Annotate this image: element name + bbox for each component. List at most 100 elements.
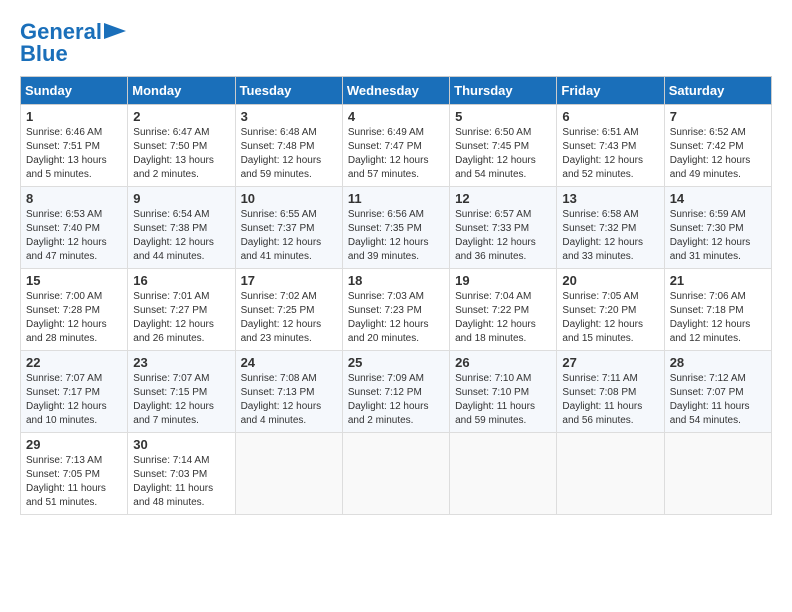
day-info: Sunrise: 7:05 AM Sunset: 7:20 PM Dayligh… [562, 290, 658, 346]
calendar-cell: 27 Sunrise: 7:11 AM Sunset: 7:08 PM Dayli… [557, 351, 664, 433]
calendar-cell: 10 Sunrise: 6:55 AM Sunset: 7:37 PM Dayli… [235, 187, 342, 269]
calendar-cell: 2Sunrise: 6:47 AM Sunset: 7:50 PM Daylig… [128, 105, 235, 187]
day-info: Sunrise: 6:52 AM Sunset: 7:42 PM Dayligh… [670, 126, 766, 182]
day-info: Sunrise: 7:01 AM Sunset: 7:27 PM Dayligh… [133, 290, 229, 346]
header-thursday: Thursday [450, 77, 557, 105]
day-info: Sunrise: 7:04 AM Sunset: 7:22 PM Dayligh… [455, 290, 551, 346]
day-number: 22 [26, 355, 122, 370]
calendar-cell: 17 Sunrise: 7:02 AM Sunset: 7:25 PM Dayli… [235, 269, 342, 351]
calendar-cell [235, 433, 342, 515]
day-number: 18 [348, 273, 444, 288]
day-info: Sunrise: 7:02 AM Sunset: 7:25 PM Dayligh… [241, 290, 337, 346]
day-number: 1 [26, 109, 122, 124]
calendar-cell: 24 Sunrise: 7:08 AM Sunset: 7:13 PM Dayli… [235, 351, 342, 433]
day-info: Sunrise: 6:58 AM Sunset: 7:32 PM Dayligh… [562, 208, 658, 264]
calendar-cell: 28Sunrise: 7:12 AM Sunset: 7:07 PM Dayli… [664, 351, 771, 433]
day-number: 8 [26, 191, 122, 206]
day-number: 14 [670, 191, 766, 206]
day-number: 15 [26, 273, 122, 288]
calendar-cell [450, 433, 557, 515]
day-info: Sunrise: 6:57 AM Sunset: 7:33 PM Dayligh… [455, 208, 551, 264]
day-number: 10 [241, 191, 337, 206]
day-number: 13 [562, 191, 658, 206]
calendar-cell [557, 433, 664, 515]
day-number: 23 [133, 355, 229, 370]
day-number: 17 [241, 273, 337, 288]
header-monday: Monday [128, 77, 235, 105]
day-number: 24 [241, 355, 337, 370]
calendar-cell: 16 Sunrise: 7:01 AM Sunset: 7:27 PM Dayli… [128, 269, 235, 351]
calendar-week-row: 29 Sunrise: 7:13 AM Sunset: 7:05 PM Dayli… [21, 433, 772, 515]
calendar-cell: 8 Sunrise: 6:53 AM Sunset: 7:40 PM Daylig… [21, 187, 128, 269]
day-number: 9 [133, 191, 229, 206]
day-number: 12 [455, 191, 551, 206]
page-header: General Blue [20, 20, 772, 66]
calendar-cell: 14 Sunrise: 6:59 AM Sunset: 7:30 PM Dayli… [664, 187, 771, 269]
header-tuesday: Tuesday [235, 77, 342, 105]
day-number: 29 [26, 437, 122, 452]
day-info: Sunrise: 6:51 AM Sunset: 7:43 PM Dayligh… [562, 126, 658, 182]
calendar-cell: 29 Sunrise: 7:13 AM Sunset: 7:05 PM Dayli… [21, 433, 128, 515]
calendar-cell [664, 433, 771, 515]
calendar-cell: 25 Sunrise: 7:09 AM Sunset: 7:12 PM Dayli… [342, 351, 449, 433]
day-info: Sunrise: 7:07 AM Sunset: 7:17 PM Dayligh… [26, 372, 122, 428]
calendar-week-row: 8 Sunrise: 6:53 AM Sunset: 7:40 PM Daylig… [21, 187, 772, 269]
day-info: Sunrise: 6:46 AM Sunset: 7:51 PM Dayligh… [26, 126, 122, 182]
day-number: 21 [670, 273, 766, 288]
day-info: Sunrise: 7:14 AM Sunset: 7:03 PM Dayligh… [133, 454, 229, 510]
day-number: 16 [133, 273, 229, 288]
day-info: Sunrise: 7:06 AM Sunset: 7:18 PM Dayligh… [670, 290, 766, 346]
day-info: Sunrise: 6:56 AM Sunset: 7:35 PM Dayligh… [348, 208, 444, 264]
logo-blue-text: Blue [20, 42, 68, 66]
day-number: 27 [562, 355, 658, 370]
calendar-cell: 23 Sunrise: 7:07 AM Sunset: 7:15 PM Dayli… [128, 351, 235, 433]
header-friday: Friday [557, 77, 664, 105]
day-info: Sunrise: 7:10 AM Sunset: 7:10 PM Dayligh… [455, 372, 551, 428]
day-number: 4 [348, 109, 444, 124]
calendar-cell: 6 Sunrise: 6:51 AM Sunset: 7:43 PM Daylig… [557, 105, 664, 187]
day-number: 26 [455, 355, 551, 370]
day-info: Sunrise: 7:11 AM Sunset: 7:08 PM Dayligh… [562, 372, 658, 428]
calendar-cell: 12 Sunrise: 6:57 AM Sunset: 7:33 PM Dayli… [450, 187, 557, 269]
day-info: Sunrise: 7:09 AM Sunset: 7:12 PM Dayligh… [348, 372, 444, 428]
day-number: 19 [455, 273, 551, 288]
header-wednesday: Wednesday [342, 77, 449, 105]
day-number: 20 [562, 273, 658, 288]
day-info: Sunrise: 6:59 AM Sunset: 7:30 PM Dayligh… [670, 208, 766, 264]
calendar-cell: 20 Sunrise: 7:05 AM Sunset: 7:20 PM Dayli… [557, 269, 664, 351]
day-number: 30 [133, 437, 229, 452]
day-number: 6 [562, 109, 658, 124]
day-info: Sunrise: 6:49 AM Sunset: 7:47 PM Dayligh… [348, 126, 444, 182]
day-info: Sunrise: 6:48 AM Sunset: 7:48 PM Dayligh… [241, 126, 337, 182]
logo-arrow-icon [104, 21, 126, 41]
day-number: 2 [133, 109, 229, 124]
calendar-table: SundayMondayTuesdayWednesdayThursdayFrid… [20, 76, 772, 515]
day-number: 25 [348, 355, 444, 370]
logo: General Blue [20, 20, 126, 66]
calendar-cell: 9Sunrise: 6:54 AM Sunset: 7:38 PM Daylig… [128, 187, 235, 269]
day-info: Sunrise: 6:55 AM Sunset: 7:37 PM Dayligh… [241, 208, 337, 264]
calendar-cell: 4 Sunrise: 6:49 AM Sunset: 7:47 PM Daylig… [342, 105, 449, 187]
day-info: Sunrise: 7:08 AM Sunset: 7:13 PM Dayligh… [241, 372, 337, 428]
day-info: Sunrise: 6:53 AM Sunset: 7:40 PM Dayligh… [26, 208, 122, 264]
day-info: Sunrise: 7:07 AM Sunset: 7:15 PM Dayligh… [133, 372, 229, 428]
calendar-week-row: 15 Sunrise: 7:00 AM Sunset: 7:28 PM Dayli… [21, 269, 772, 351]
day-info: Sunrise: 6:50 AM Sunset: 7:45 PM Dayligh… [455, 126, 551, 182]
calendar-week-row: 22 Sunrise: 7:07 AM Sunset: 7:17 PM Dayli… [21, 351, 772, 433]
calendar-cell: 1 Sunrise: 6:46 AM Sunset: 7:51 PM Daylig… [21, 105, 128, 187]
calendar-week-row: 1 Sunrise: 6:46 AM Sunset: 7:51 PM Daylig… [21, 105, 772, 187]
header-saturday: Saturday [664, 77, 771, 105]
calendar-cell: 7 Sunrise: 6:52 AM Sunset: 7:42 PM Daylig… [664, 105, 771, 187]
calendar-cell: 5Sunrise: 6:50 AM Sunset: 7:45 PM Daylig… [450, 105, 557, 187]
calendar-cell: 11Sunrise: 6:56 AM Sunset: 7:35 PM Dayli… [342, 187, 449, 269]
day-info: Sunrise: 7:03 AM Sunset: 7:23 PM Dayligh… [348, 290, 444, 346]
calendar-cell: 21 Sunrise: 7:06 AM Sunset: 7:18 PM Dayli… [664, 269, 771, 351]
day-info: Sunrise: 7:00 AM Sunset: 7:28 PM Dayligh… [26, 290, 122, 346]
calendar-cell: 18 Sunrise: 7:03 AM Sunset: 7:23 PM Dayli… [342, 269, 449, 351]
calendar-cell: 22 Sunrise: 7:07 AM Sunset: 7:17 PM Dayli… [21, 351, 128, 433]
calendar-cell: 15 Sunrise: 7:00 AM Sunset: 7:28 PM Dayli… [21, 269, 128, 351]
calendar-cell: 30 Sunrise: 7:14 AM Sunset: 7:03 PM Dayli… [128, 433, 235, 515]
calendar-cell: 19 Sunrise: 7:04 AM Sunset: 7:22 PM Dayli… [450, 269, 557, 351]
day-info: Sunrise: 7:13 AM Sunset: 7:05 PM Dayligh… [26, 454, 122, 510]
day-number: 7 [670, 109, 766, 124]
